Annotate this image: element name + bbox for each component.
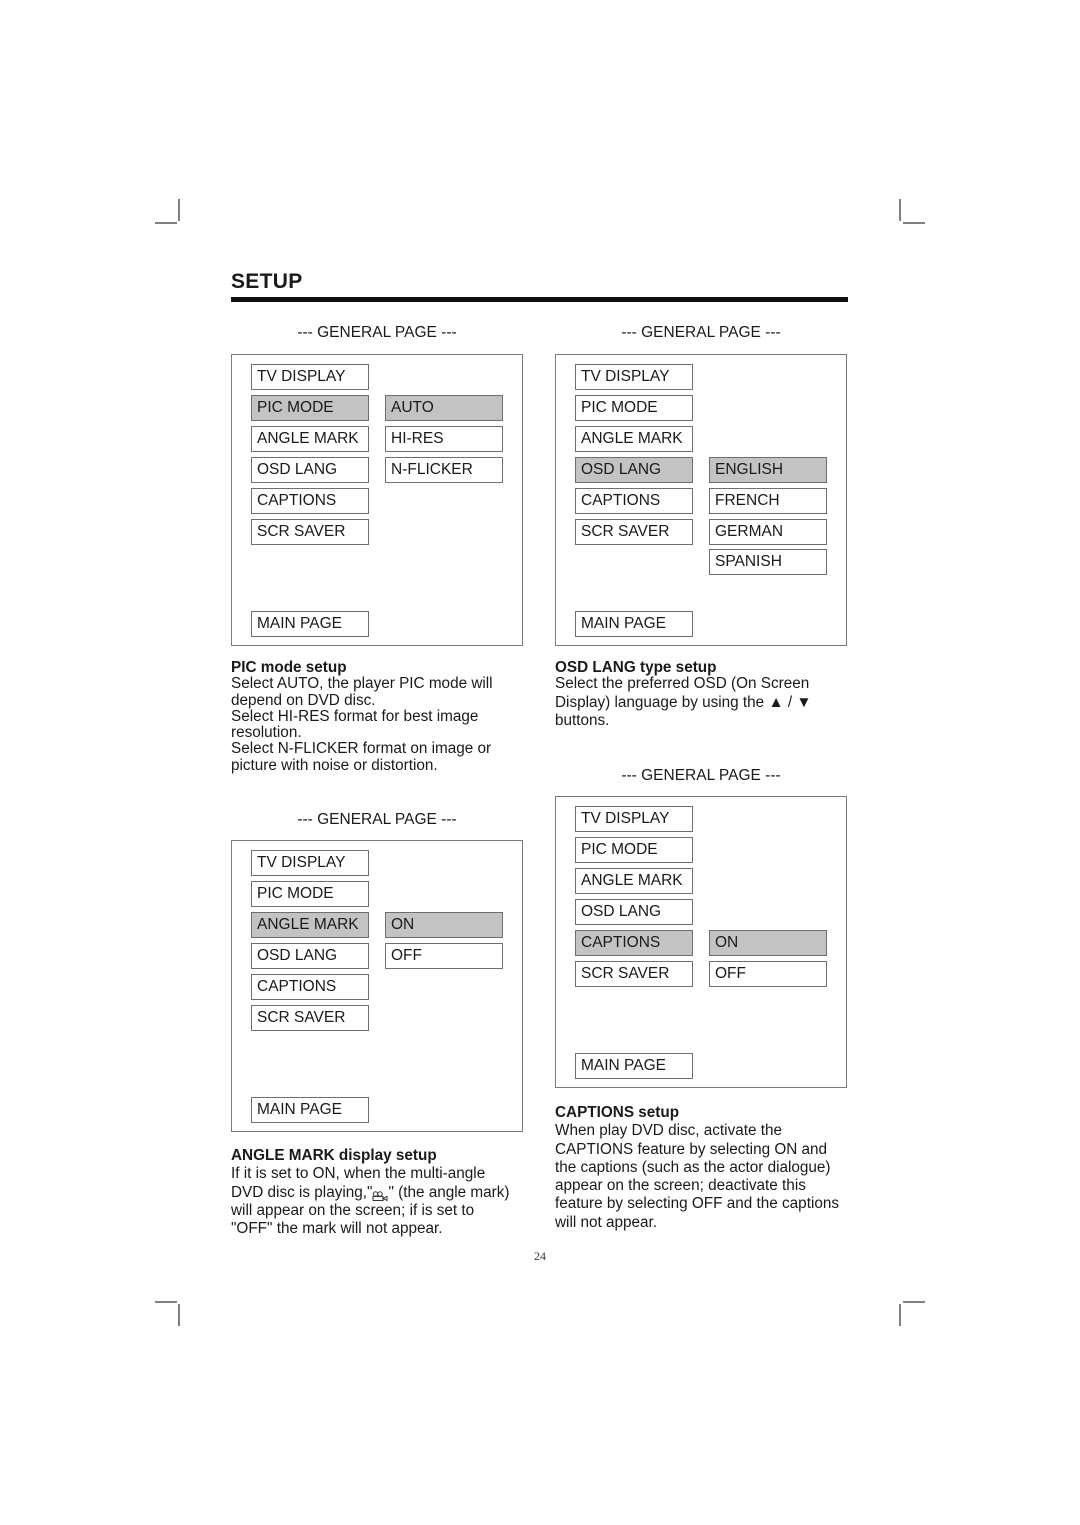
crop-mark bbox=[155, 222, 177, 224]
captions-heading: CAPTIONS setup bbox=[555, 1104, 680, 1121]
menu-item-tv-display[interactable]: TV DISPLAY bbox=[575, 364, 693, 390]
desc-line: resolution. bbox=[231, 724, 302, 742]
menu-item-scr-saver[interactable]: SCR SAVER bbox=[251, 1005, 369, 1031]
option-spanish[interactable]: SPANISH bbox=[709, 549, 827, 575]
osd-panel-pic-mode: TV DISPLAY PIC MODE ANGLE MARK OSD LANG … bbox=[231, 354, 523, 646]
panel-caption: --- GENERAL PAGE --- bbox=[621, 767, 781, 784]
menu-item-main-page[interactable]: MAIN PAGE bbox=[251, 1097, 369, 1123]
desc-line: If it is set to ON, when the multi-angle bbox=[231, 1165, 486, 1183]
option-english[interactable]: ENGLISH bbox=[709, 457, 827, 483]
menu-item-pic-mode[interactable]: PIC MODE bbox=[575, 395, 693, 421]
menu-item-angle-mark[interactable]: ANGLE MARK bbox=[575, 426, 693, 452]
menu-item-captions[interactable]: CAPTIONS bbox=[251, 488, 369, 514]
desc-line: feature by selecting OFF and the caption… bbox=[555, 1195, 840, 1213]
desc-text: DVD disc is playing," bbox=[231, 1183, 373, 1201]
menu-item-osd-lang[interactable]: OSD LANG bbox=[251, 457, 369, 483]
angle-mark-description: ANGLE MARK display setup If it is set to… bbox=[231, 1147, 531, 1238]
osd-panel-captions: TV DISPLAY PIC MODE ANGLE MARK OSD LANG … bbox=[555, 796, 847, 1088]
pic-mode-description: PIC mode setup Select AUTO, the player P… bbox=[231, 659, 531, 774]
crop-mark bbox=[178, 199, 180, 221]
menu-item-angle-mark[interactable]: ANGLE MARK bbox=[251, 426, 369, 452]
crop-mark bbox=[899, 199, 901, 221]
desc-line: the captions (such as the actor dialogue… bbox=[555, 1158, 831, 1176]
osd-lang-heading: OSD LANG type setup bbox=[555, 659, 717, 676]
desc-line: Select the preferred OSD (On Screen bbox=[555, 675, 810, 693]
menu-item-pic-mode[interactable]: PIC MODE bbox=[251, 881, 369, 907]
menu-item-tv-display[interactable]: TV DISPLAY bbox=[251, 850, 369, 876]
crop-mark bbox=[903, 1301, 925, 1303]
menu-item-main-page[interactable]: MAIN PAGE bbox=[251, 611, 369, 637]
crop-mark bbox=[903, 222, 925, 224]
desc-line: appear on the screen; deactivate this bbox=[555, 1177, 806, 1195]
option-french[interactable]: FRENCH bbox=[709, 488, 827, 514]
desc-line: DVD disc is playing," " (the angle mark) bbox=[231, 1184, 531, 1202]
option-on[interactable]: ON bbox=[709, 930, 827, 956]
captions-description: CAPTIONS setup When play DVD disc, activ… bbox=[555, 1104, 865, 1232]
option-german[interactable]: GERMAN bbox=[709, 519, 827, 545]
page-number: 24 bbox=[534, 1249, 546, 1263]
menu-item-angle-mark[interactable]: ANGLE MARK bbox=[251, 912, 369, 938]
desc-line: Select AUTO, the player PIC mode will bbox=[231, 675, 493, 693]
desc-line: When play DVD disc, activate the bbox=[555, 1122, 783, 1140]
crop-mark bbox=[178, 1304, 180, 1326]
osd-lang-description: OSD LANG type setup Select the preferred… bbox=[555, 659, 855, 729]
desc-line: CAPTIONS feature by selecting ON and bbox=[555, 1140, 828, 1158]
angle-mark-icon bbox=[372, 1188, 388, 1201]
menu-item-scr-saver[interactable]: SCR SAVER bbox=[575, 961, 693, 987]
menu-item-pic-mode[interactable]: PIC MODE bbox=[251, 395, 369, 421]
menu-item-scr-saver[interactable]: SCR SAVER bbox=[251, 519, 369, 545]
section-title: SETUP bbox=[231, 270, 303, 293]
desc-line: depend on DVD disc. bbox=[231, 691, 376, 709]
desc-line: Select N-FLICKER format on image or bbox=[231, 740, 492, 758]
menu-item-pic-mode[interactable]: PIC MODE bbox=[575, 837, 693, 863]
desc-line: Display) language by using the ▲ / ▼ bbox=[555, 693, 812, 711]
menu-item-captions[interactable]: CAPTIONS bbox=[575, 488, 693, 514]
osd-panel-osd-lang: TV DISPLAY PIC MODE ANGLE MARK OSD LANG … bbox=[555, 354, 847, 646]
option-off[interactable]: OFF bbox=[709, 961, 827, 987]
option-on[interactable]: ON bbox=[385, 912, 503, 938]
menu-item-tv-display[interactable]: TV DISPLAY bbox=[251, 364, 369, 390]
menu-item-captions[interactable]: CAPTIONS bbox=[575, 930, 693, 956]
menu-item-osd-lang[interactable]: OSD LANG bbox=[251, 943, 369, 969]
menu-item-main-page[interactable]: MAIN PAGE bbox=[575, 1053, 693, 1079]
crop-mark bbox=[155, 1301, 177, 1303]
menu-item-scr-saver[interactable]: SCR SAVER bbox=[575, 519, 693, 545]
menu-item-main-page[interactable]: MAIN PAGE bbox=[575, 611, 693, 637]
option-auto[interactable]: AUTO bbox=[385, 395, 503, 421]
option-hi-res[interactable]: HI-RES bbox=[385, 426, 503, 452]
desc-line: will appear on the screen; if is set to bbox=[231, 1201, 475, 1219]
option-n-flicker[interactable]: N-FLICKER bbox=[385, 457, 503, 483]
angle-mark-heading: ANGLE MARK display setup bbox=[231, 1147, 437, 1164]
menu-item-tv-display[interactable]: TV DISPLAY bbox=[575, 806, 693, 832]
menu-item-osd-lang[interactable]: OSD LANG bbox=[575, 899, 693, 925]
menu-item-angle-mark[interactable]: ANGLE MARK bbox=[575, 868, 693, 894]
desc-line: picture with noise or distortion. bbox=[231, 756, 438, 774]
osd-panel-angle-mark: TV DISPLAY PIC MODE ANGLE MARK OSD LANG … bbox=[231, 840, 523, 1132]
menu-item-osd-lang[interactable]: OSD LANG bbox=[575, 457, 693, 483]
desc-line: Select HI-RES format for best image bbox=[231, 707, 479, 725]
desc-text: " (the angle mark) bbox=[388, 1183, 510, 1201]
option-off[interactable]: OFF bbox=[385, 943, 503, 969]
panel-caption: --- GENERAL PAGE --- bbox=[297, 811, 457, 828]
desc-line: will not appear. bbox=[555, 1213, 658, 1231]
title-rule bbox=[231, 297, 848, 302]
desc-line: buttons. bbox=[555, 711, 610, 729]
pic-mode-heading: PIC mode setup bbox=[231, 659, 347, 676]
menu-item-captions[interactable]: CAPTIONS bbox=[251, 974, 369, 1000]
desc-line: "OFF" the mark will not appear. bbox=[231, 1220, 443, 1238]
panel-caption: --- GENERAL PAGE --- bbox=[297, 324, 457, 341]
crop-mark bbox=[899, 1304, 901, 1326]
panel-caption: --- GENERAL PAGE --- bbox=[621, 324, 781, 341]
